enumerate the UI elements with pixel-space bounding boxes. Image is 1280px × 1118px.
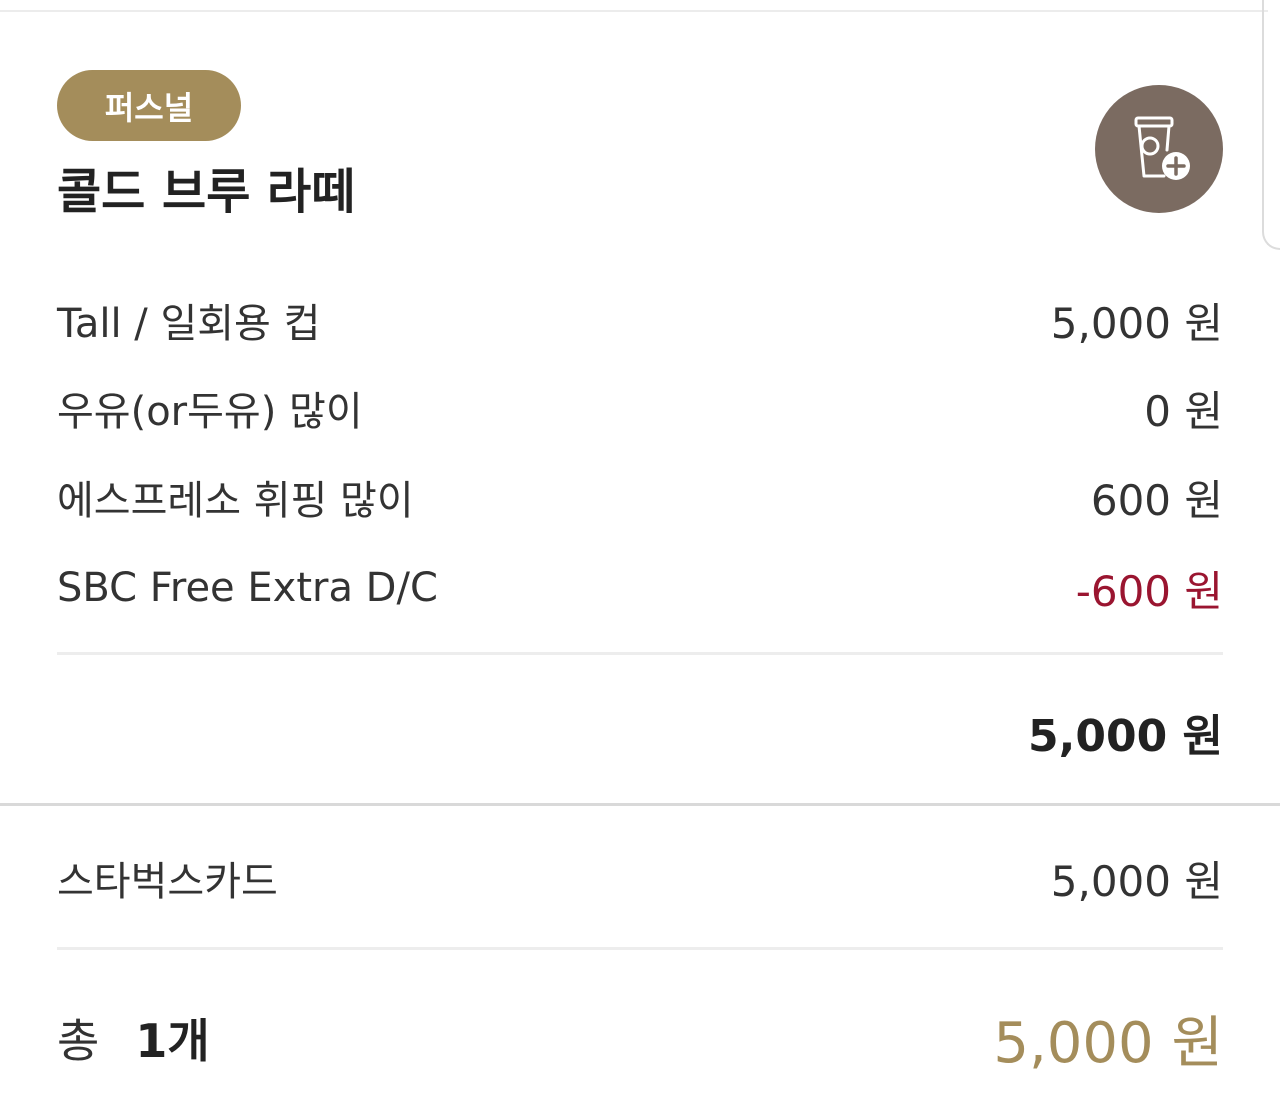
- discount-price: -600 원: [1075, 566, 1223, 616]
- option-divider: [57, 652, 1223, 655]
- payment-method: 스타벅스카드: [57, 859, 278, 905]
- item-subtotal: 5,000 원: [1028, 711, 1223, 762]
- option-label: SBC Free Extra D/C: [57, 565, 438, 611]
- scroll-edge: [1262, 0, 1280, 250]
- option-label: 우유(or두유) 많이: [57, 389, 363, 435]
- discount-row: SBC Free Extra D/C -600 원: [57, 558, 1223, 618]
- add-personal-cup-button[interactable]: [1095, 85, 1223, 213]
- total-count: 1개: [135, 1014, 210, 1068]
- cup-plus-icon: [1134, 116, 1190, 180]
- total-label: 총: [57, 1014, 100, 1068]
- option-row: 우유(or두유) 많이 0 원: [57, 378, 1223, 438]
- option-price: 5,000 원: [1050, 298, 1223, 348]
- option-row: 에스프레소 휘핑 많이 600 원: [57, 467, 1223, 527]
- payment-row: 스타벅스카드 5,000 원: [57, 848, 1223, 908]
- total-price: 5,000 원: [993, 1010, 1223, 1076]
- payment-divider: [57, 947, 1223, 950]
- section-divider: [0, 803, 1280, 806]
- top-divider: [0, 10, 1268, 12]
- option-label: 에스프레소 휘핑 많이: [57, 478, 414, 524]
- option-price: 0 원: [1144, 386, 1223, 436]
- option-price: 600 원: [1090, 475, 1223, 525]
- product-title: 콜드 브루 라떼: [57, 164, 356, 220]
- personal-option-badge: 퍼스널: [57, 70, 241, 141]
- total-row: 총 1개 5,000 원: [57, 1000, 1223, 1076]
- payment-amount: 5,000 원: [1050, 856, 1223, 906]
- option-label: Tall / 일회용 컵: [57, 301, 321, 347]
- option-row: Tall / 일회용 컵 5,000 원: [57, 290, 1223, 350]
